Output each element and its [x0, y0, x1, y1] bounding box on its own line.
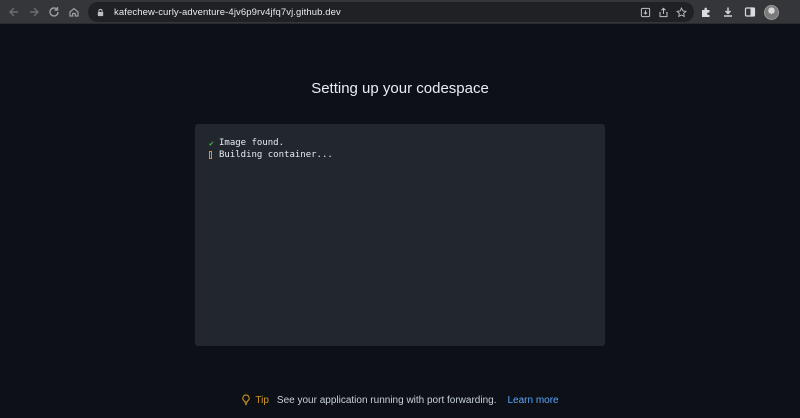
- lock-icon[interactable]: [96, 7, 106, 17]
- url-text: kafechew-curly-adventure-4jv6p9rv4jfq7vj…: [114, 6, 341, 18]
- tip-bar: Tip See your application running with po…: [0, 394, 800, 406]
- tip-text: See your application running with port f…: [276, 394, 497, 406]
- learn-more-link[interactable]: Learn more: [507, 395, 558, 406]
- forward-icon[interactable]: [24, 2, 44, 22]
- log-text: Building container...: [219, 150, 333, 160]
- lightbulb-icon: [241, 394, 251, 406]
- back-icon[interactable]: [4, 2, 24, 22]
- share-icon[interactable]: [656, 5, 670, 19]
- download-icon[interactable]: [720, 4, 736, 20]
- spinner-icon: [209, 151, 219, 159]
- address-bar[interactable]: kafechew-curly-adventure-4jv6p9rv4jfq7vj…: [88, 2, 694, 22]
- tip-label: Tip: [255, 394, 269, 406]
- check-icon: ✔: [209, 138, 214, 148]
- install-icon[interactable]: [638, 5, 652, 19]
- extensions-icon[interactable]: [698, 4, 714, 20]
- home-icon[interactable]: [64, 2, 84, 22]
- star-icon[interactable]: [674, 5, 688, 19]
- profile-avatar[interactable]: [764, 4, 779, 20]
- build-log-panel: ✔ Image found. Building container...: [195, 124, 605, 346]
- log-line-image-found: ✔ Image found.: [209, 137, 591, 149]
- reload-icon[interactable]: [44, 2, 64, 22]
- log-text: Image found.: [219, 138, 285, 148]
- log-line-building: Building container...: [209, 149, 591, 161]
- page-title: Setting up your codespace: [311, 80, 489, 97]
- browser-toolbar: kafechew-curly-adventure-4jv6p9rv4jfq7vj…: [0, 0, 800, 24]
- side-panel-icon[interactable]: [742, 4, 758, 20]
